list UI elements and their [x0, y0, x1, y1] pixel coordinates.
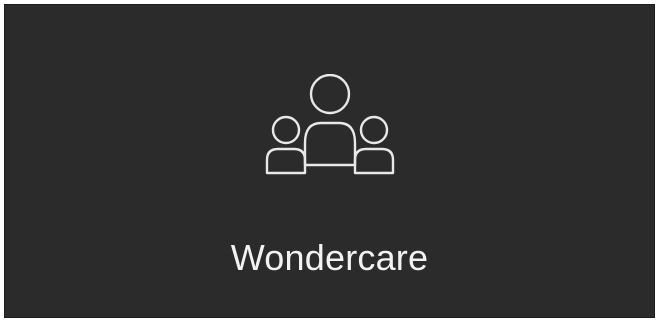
wondercare-card[interactable]: Wondercare [4, 4, 655, 318]
group-people-icon [261, 74, 399, 178]
card-title: Wondercare [230, 237, 429, 278]
